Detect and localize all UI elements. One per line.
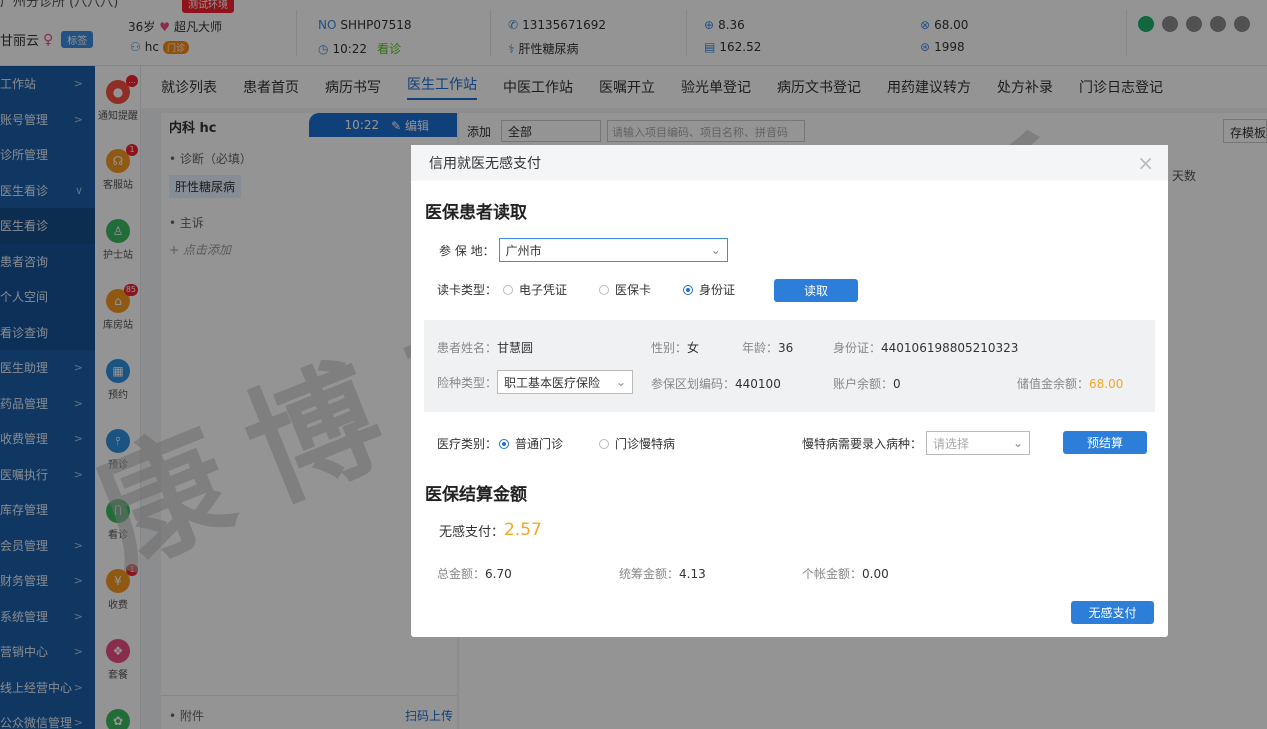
radio-checked-icon [499, 438, 510, 449]
read-button[interactable]: 读取 [774, 279, 858, 302]
medical-category-label: 医疗类别： [437, 437, 498, 451]
gender-field: 性别：女 [651, 341, 700, 355]
id-number-field: 身份证：440106198805210323 [833, 341, 1019, 355]
stored-value-field: 储值金余额：68.00 [1017, 377, 1124, 391]
card-type-label: 读卡类型： [437, 283, 498, 297]
radio-icon [599, 438, 610, 449]
patient-name-field: 患者姓名：甘慧圆 [437, 341, 534, 355]
chevron-down-icon: ⌄ [615, 375, 627, 389]
no-sense-payment-dialog: 信用就医无感支付 × 医保患者读取 参 保 地： 广州市 ⌄ 读卡类型： 电子凭… [411, 145, 1168, 637]
no-sense-amount-row: 无感支付： 2.57 [439, 520, 542, 540]
no-sense-pay-button[interactable]: 无感支付 [1071, 601, 1154, 624]
medical-category-row: 医疗类别： 普通门诊 门诊慢特病 [437, 435, 675, 452]
account-balance-field: 账户余额：0 [833, 377, 901, 391]
region-code-field: 参保区划编码：440100 [651, 377, 781, 391]
age-field: 年龄：36 [742, 341, 794, 355]
insurance-type-field: 险种类型： 职工基本医疗保险 ⌄ [437, 370, 634, 394]
close-icon[interactable]: × [1137, 151, 1154, 175]
radio-insurance-card[interactable]: 医保卡 [599, 281, 651, 298]
radio-icon [599, 284, 610, 295]
insured-place-label: 参 保 地： [439, 243, 495, 258]
insured-place-row: 参 保 地： 广州市 ⌄ [439, 238, 728, 262]
pre-settle-button[interactable]: 预结算 [1063, 431, 1147, 454]
patient-info-box: 患者姓名：甘慧圆 性别：女 年龄：36 身份证：4401061988052103… [424, 320, 1155, 412]
radio-icon [503, 284, 514, 295]
no-sense-amount: 2.57 [504, 520, 542, 540]
radio-id-card[interactable]: 身份证 [683, 281, 735, 298]
chevron-down-icon: ⌄ [710, 243, 721, 257]
no-sense-label: 无感支付： [439, 524, 505, 540]
insured-place-select[interactable]: 广州市 ⌄ [498, 238, 728, 262]
chronic-disease-select[interactable]: 请选择 ⌄ [926, 431, 1031, 455]
personal-amount-field: 个帐金额：0.00 [802, 567, 889, 581]
chronic-disease-label: 慢特病需要录入病种： [802, 436, 923, 451]
insurance-type-select[interactable]: 职工基本医疗保险 ⌄ [497, 370, 634, 394]
card-type-row: 读卡类型： 电子凭证 医保卡 身份证 [437, 281, 735, 298]
dialog-title: 信用就医无感支付 [429, 156, 541, 172]
pooled-amount-field: 统筹金额：4.13 [619, 567, 706, 581]
chevron-down-icon: ⌄ [1012, 436, 1024, 450]
section-title-read: 医保患者读取 [425, 203, 527, 223]
radio-e-voucher[interactable]: 电子凭证 [503, 281, 567, 298]
radio-chronic-outpatient[interactable]: 门诊慢特病 [599, 435, 675, 452]
total-amount-field: 总金额：6.70 [437, 567, 512, 581]
chronic-disease-row: 慢特病需要录入病种： 请选择 ⌄ [802, 431, 1031, 455]
radio-general-outpatient[interactable]: 普通门诊 [499, 435, 563, 452]
dialog-header: 信用就医无感支付 × [411, 145, 1168, 181]
radio-checked-icon [683, 284, 694, 295]
section-title-settlement: 医保结算金额 [425, 485, 527, 505]
